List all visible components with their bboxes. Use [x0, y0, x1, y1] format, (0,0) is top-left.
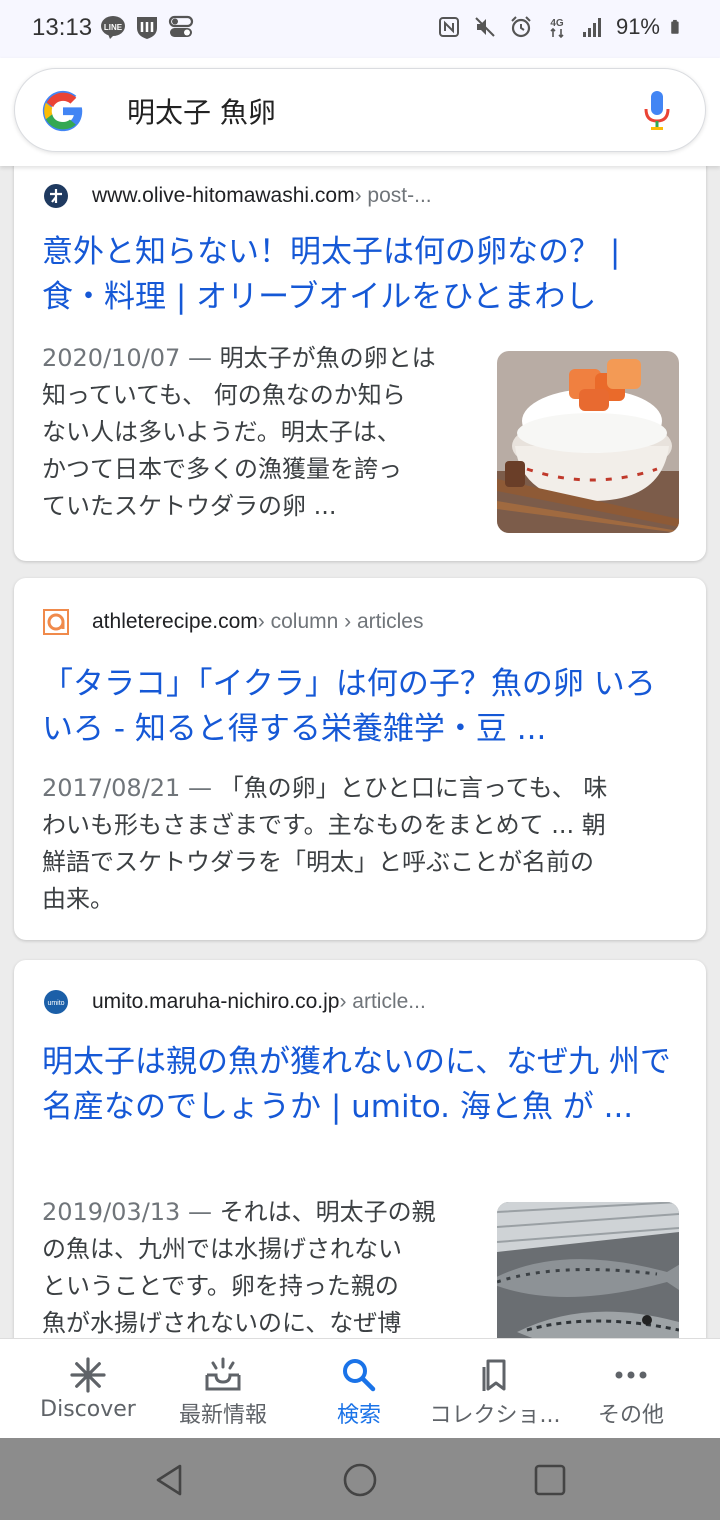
result-path: › column › articles	[257, 610, 424, 633]
svg-text:umito: umito	[47, 1000, 64, 1007]
home-icon[interactable]	[340, 1460, 380, 1500]
snippet-line: 知っていても、 何の魚なのか知ら	[42, 381, 406, 409]
nav-label: コレクショ...	[429, 1403, 561, 1428]
result-card[interactable]: www.olive-hitomawashi.com › post-... 意外と…	[14, 166, 706, 561]
nav-label: その他	[597, 1403, 664, 1428]
result-site-row[interactable]: umito umito.maruha-nichiro.co.jp › artic…	[42, 988, 426, 1016]
result-date: 2019/03/13 —	[42, 1198, 220, 1226]
svg-text:4G: 4G	[550, 18, 564, 29]
nav-label: 検索	[336, 1403, 381, 1428]
result-thumbnail[interactable]	[497, 351, 679, 533]
nav-more[interactable]: その他	[559, 1339, 703, 1439]
nav-label: Discover	[40, 1397, 136, 1422]
olive-favicon-icon	[42, 182, 70, 210]
mic-icon[interactable]	[643, 89, 671, 133]
result-path: › post-...	[354, 184, 432, 207]
result-site: athleterecipe.com	[92, 610, 258, 633]
mentaiko-rice-image	[497, 351, 679, 533]
result-snippet: 2017/08/21 — 「魚の卵」とひと口に言っても、 味 わいも形もさまざま…	[42, 770, 682, 918]
result-title[interactable]: 意外と知らない！明太子は何の卵なの？ | 食・料理 | オリーブオイルをひとまわ…	[42, 230, 682, 320]
snippet-line: 「魚の卵」とひと口に言っても、 味	[219, 774, 608, 802]
battery-icon	[671, 19, 679, 34]
search-header: 明太子 魚卵	[0, 58, 720, 166]
notification-icons: LINE	[100, 14, 194, 40]
results-list: www.olive-hitomawashi.com › post-... 意外と…	[0, 166, 720, 1338]
mute-icon	[475, 17, 495, 37]
more-dots-icon	[615, 1371, 647, 1379]
result-thumbnail[interactable]	[497, 1202, 679, 1338]
fish-image	[497, 1202, 679, 1338]
status-time: 13:13	[32, 14, 93, 41]
toggle-app-icon	[168, 15, 194, 37]
result-card[interactable]: athleterecipe.com › column › articles 「タ…	[14, 578, 706, 940]
signal-icon	[582, 18, 601, 37]
snippet-line: それは、明太子の親	[219, 1198, 436, 1226]
back-icon[interactable]	[150, 1460, 190, 1500]
nfc-icon	[438, 17, 459, 37]
snippet-line: わいも形もさまざまです。主なものをまとめて ... 朝	[42, 811, 606, 839]
result-snippet: 2020/10/07 — 明太子が魚の卵とは 知っていても、 何の魚なのか知ら …	[42, 340, 472, 525]
result-site: www.olive-hitomawashi.com	[92, 184, 355, 207]
bottom-navigation: Discover 最新情報 検索 コレクショ... その他	[0, 1338, 720, 1438]
status-bar: 13:13 LINE 4G 91%	[0, 0, 720, 58]
nav-label: 最新情報	[178, 1403, 267, 1428]
status-right: 4G 91%	[436, 14, 686, 40]
snippet-line: 明太子が魚の卵とは	[219, 344, 436, 372]
collections-icon	[482, 1359, 506, 1391]
search-query[interactable]: 明太子 魚卵	[127, 91, 276, 131]
result-site: umito.maruha-nichiro.co.jp	[92, 990, 340, 1013]
snippet-line: ない人は多いようだ。明太子は、	[42, 418, 401, 446]
google-logo-icon[interactable]	[41, 89, 85, 133]
alarm-icon	[511, 16, 531, 38]
app-screen: 13:13 LINE 4G 91% 明太子 魚卵 www.olive-hitom…	[0, 0, 720, 1520]
nav-updates[interactable]: 最新情報	[151, 1339, 295, 1439]
result-title[interactable]: 「タラコ」「イクラ」は何の子？魚の卵 いろいろ - 知ると得する栄養雑学・豆 .…	[42, 662, 682, 752]
snippet-line: 鮮語でスケトウダラを「明太」と呼ぶことが名前の	[42, 848, 594, 876]
result-card[interactable]: umito umito.maruha-nichiro.co.jp › artic…	[14, 960, 706, 1338]
result-path: › article...	[339, 990, 426, 1013]
search-bar[interactable]: 明太子 魚卵	[14, 68, 706, 152]
result-site-row[interactable]: www.olive-hitomawashi.com › post-...	[42, 182, 432, 210]
result-snippet: 2019/03/13 — それは、明太子の親 の魚は、九州では水揚げされない と…	[42, 1194, 472, 1338]
athlete-favicon-icon	[42, 608, 70, 636]
system-navigation-bar	[0, 1438, 720, 1520]
4g-icon: 4G	[550, 18, 564, 39]
snippet-line: 由来。	[42, 885, 114, 913]
shield-app-icon	[137, 17, 157, 39]
snippet-line: 魚が水揚げされないのに、なぜ博	[42, 1309, 402, 1337]
result-title[interactable]: 明太子は親の魚が獲れないのに、なぜ九 州で名産なのでしょうか | umito. …	[42, 1040, 682, 1130]
line-app-icon: LINE	[101, 16, 125, 39]
snippet-line: かつて日本で多くの漁獲量を誇っ	[42, 455, 402, 483]
updates-tray-icon	[205, 1357, 241, 1391]
asterisk-icon	[70, 1357, 106, 1393]
snippet-line: ていたスケトウダラの卵 ...	[42, 492, 337, 520]
result-site-row[interactable]: athleterecipe.com › column › articles	[42, 608, 423, 636]
battery-percent: 91%	[615, 14, 660, 39]
result-date: 2020/10/07 —	[42, 344, 220, 372]
nav-collections[interactable]: コレクショ...	[423, 1339, 567, 1439]
result-date: 2017/08/21 —	[42, 774, 220, 802]
svg-text:LINE: LINE	[104, 23, 123, 32]
snippet-line: ということです。卵を持った親の	[42, 1272, 399, 1300]
nav-search[interactable]: 検索	[287, 1339, 431, 1439]
snippet-line: の魚は、九州では水揚げされない	[42, 1235, 402, 1263]
search-icon	[343, 1359, 376, 1392]
umito-favicon-icon: umito	[42, 988, 70, 1016]
nav-discover[interactable]: Discover	[16, 1339, 160, 1439]
recents-icon[interactable]	[530, 1460, 570, 1500]
